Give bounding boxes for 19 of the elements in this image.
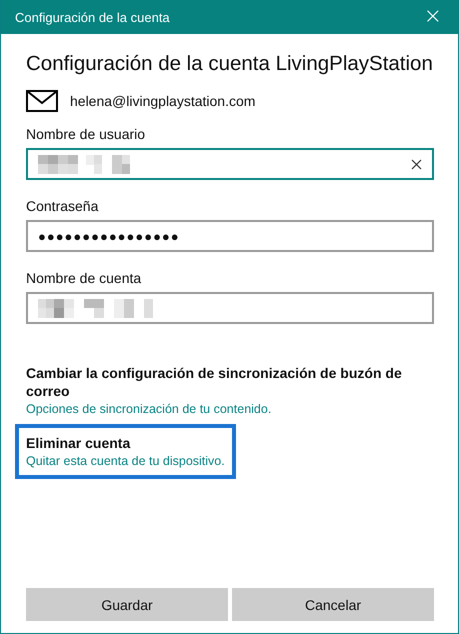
section-link[interactable]: Quitar esta cuenta de tu dispositivo.: [26, 454, 225, 468]
input-field[interactable]: [26, 148, 434, 180]
input-field[interactable]: ●●●●●●●●●●●●●●●●: [26, 220, 434, 252]
field-label: Contraseña: [26, 198, 100, 214]
cancel-button[interactable]: Cancelar: [232, 588, 434, 621]
field-label: Nombre de cuenta: [26, 270, 142, 286]
envelope-icon: [26, 90, 58, 112]
save-button[interactable]: Guardar: [26, 588, 228, 621]
section-title: Cambiar la configuración de sincronización de buzón de correo: [26, 364, 403, 400]
window-title: Configuración de la cuenta: [15, 10, 170, 24]
clear-icon[interactable]: [411, 158, 422, 170]
section-title: Eliminar cuenta: [26, 434, 132, 452]
page-heading: Configuración de la cuenta LivingPlayStation: [26, 52, 434, 76]
password-value: ●●●●●●●●●●●●●●●●: [38, 228, 180, 244]
section-link[interactable]: Opciones de sincronización de tu contenido.: [26, 402, 434, 416]
email-address: helena@livingplaystation.com: [70, 93, 256, 109]
field-label: Nombre de usuario: [26, 126, 146, 142]
input-field[interactable]: [26, 292, 434, 324]
close-button[interactable]: ×: [422, 6, 444, 28]
